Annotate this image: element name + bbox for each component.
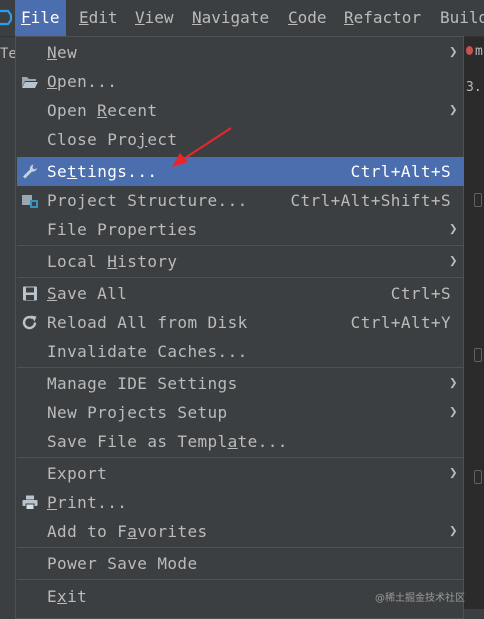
menu-item-invalidate-caches[interactable]: Invalidate Caches... bbox=[17, 337, 464, 366]
menu-separator bbox=[17, 245, 464, 246]
shortcut-label: Ctrl+Alt+Shift+S bbox=[290, 191, 451, 210]
editor-text-hint: 3. bbox=[466, 80, 482, 95]
menu-item-reload-all[interactable]: Reload All from Disk Ctrl+Alt+Y bbox=[17, 308, 464, 337]
menu-separator bbox=[17, 547, 464, 548]
menu-item-save-file-as-template[interactable]: Save File as Template... bbox=[17, 427, 464, 456]
left-tool-strip bbox=[0, 37, 16, 619]
app-logo-icon bbox=[0, 9, 12, 26]
folder-open-icon bbox=[22, 77, 38, 88]
menu-item-export[interactable]: Export ❯ bbox=[17, 459, 464, 488]
menu-navigate[interactable]: Navigate bbox=[186, 0, 275, 36]
submenu-arrow-icon: ❯ bbox=[449, 102, 458, 118]
editor-gutter bbox=[464, 37, 484, 619]
submenu-arrow-icon: ❯ bbox=[449, 221, 458, 237]
menu-edit[interactable]: Edit bbox=[73, 0, 124, 36]
fold-marker-icon[interactable] bbox=[474, 470, 482, 484]
menu-item-new-projects-setup[interactable]: New Projects Setup ❯ bbox=[17, 398, 464, 427]
file-menu-dropdown: New ❯ Open... Open Recent ❯ Close Projec… bbox=[15, 36, 464, 619]
submenu-arrow-icon: ❯ bbox=[449, 253, 458, 269]
menu-item-project-structure[interactable]: Project Structure... Ctrl+Alt+Shift+S bbox=[17, 186, 464, 215]
menu-item-file-properties[interactable]: File Properties ❯ bbox=[17, 215, 464, 244]
submenu-arrow-icon: ❯ bbox=[449, 465, 458, 481]
project-tab-label[interactable]: Te bbox=[0, 46, 17, 62]
menu-separator bbox=[17, 579, 464, 580]
menu-item-print[interactable]: Print... bbox=[17, 488, 464, 517]
menu-separator bbox=[17, 367, 464, 368]
menu-item-save-all[interactable]: Save All Ctrl+S bbox=[17, 279, 464, 308]
submenu-arrow-icon: ❯ bbox=[449, 404, 458, 420]
fold-marker-icon[interactable] bbox=[474, 348, 482, 362]
menu-item-open[interactable]: Open... bbox=[17, 67, 464, 96]
save-icon bbox=[23, 286, 37, 301]
menu-item-local-history[interactable]: Local History ❯ bbox=[17, 247, 464, 276]
menu-separator bbox=[17, 277, 464, 278]
editor-tab-hint[interactable]: m bbox=[466, 44, 483, 59]
shortcut-label: Ctrl+Alt+S bbox=[350, 162, 451, 181]
project-structure-icon bbox=[22, 195, 38, 208]
menu-build[interactable]: Build bbox=[434, 0, 484, 36]
menu-item-new[interactable]: New ❯ bbox=[17, 38, 464, 67]
menu-bar: File Edit View Navigate Code Refactor Bu… bbox=[0, 0, 484, 37]
reload-icon bbox=[22, 315, 37, 330]
menu-code[interactable]: Code bbox=[282, 0, 333, 36]
menu-view[interactable]: View bbox=[129, 0, 180, 36]
menu-item-power-save-mode[interactable]: Power Save Mode bbox=[17, 549, 464, 578]
print-icon bbox=[22, 495, 38, 510]
shortcut-label: Ctrl+Alt+Y bbox=[350, 313, 451, 332]
menu-refactor[interactable]: Refactor bbox=[338, 0, 427, 36]
shortcut-label: Ctrl+S bbox=[390, 284, 451, 303]
submenu-arrow-icon: ❯ bbox=[449, 44, 458, 60]
fold-marker-icon[interactable] bbox=[474, 193, 482, 207]
wrench-icon bbox=[23, 164, 37, 179]
menu-item-settings[interactable]: Settings... Ctrl+Alt+S bbox=[17, 157, 464, 186]
menu-separator bbox=[17, 457, 464, 458]
menu-item-open-recent[interactable]: Open Recent ❯ bbox=[17, 96, 464, 125]
submenu-arrow-icon: ❯ bbox=[449, 523, 458, 539]
menu-file[interactable]: File bbox=[15, 0, 66, 36]
error-dot-icon bbox=[466, 46, 473, 55]
menu-item-manage-ide-settings[interactable]: Manage IDE Settings ❯ bbox=[17, 369, 464, 398]
watermark: @稀土掘金技术社区 bbox=[375, 593, 465, 604]
menu-item-close-project[interactable]: Close Project bbox=[17, 125, 464, 154]
menu-item-add-to-favorites[interactable]: Add to Favorites ❯ bbox=[17, 517, 464, 546]
submenu-arrow-icon: ❯ bbox=[449, 375, 458, 391]
